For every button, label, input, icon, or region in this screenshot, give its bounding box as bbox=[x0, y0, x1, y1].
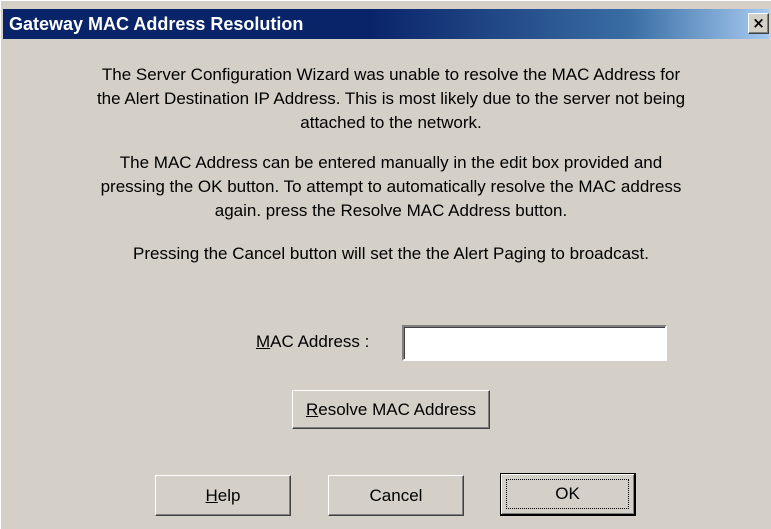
ok-button-label: OK bbox=[555, 484, 580, 503]
help-button-label: Help bbox=[206, 486, 241, 506]
close-button[interactable]: × bbox=[748, 13, 769, 34]
mac-address-label: MAC Address : bbox=[256, 331, 369, 353]
close-icon: × bbox=[752, 14, 765, 32]
message-paragraph-cancel-info: Pressing the Cancel button will set the … bbox=[133, 244, 649, 263]
help-button-text: elp bbox=[217, 485, 241, 505]
ok-button[interactable]: OK bbox=[500, 473, 636, 516]
resolve-mac-address-button[interactable]: Resolve MAC Address bbox=[292, 390, 490, 429]
mac-address-input[interactable] bbox=[402, 325, 667, 361]
mac-address-label-mnemonic: M bbox=[256, 332, 271, 351]
help-button-mnemonic: H bbox=[205, 485, 218, 505]
dialog-window: Gateway MAC Address Resolution × The Ser… bbox=[0, 0, 771, 529]
mac-address-label-text: AC Address : bbox=[270, 332, 370, 351]
resolve-button-mnemonic: R bbox=[305, 399, 319, 419]
help-button[interactable]: Help bbox=[155, 475, 291, 516]
resolve-button-label: Resolve MAC Address bbox=[306, 400, 476, 420]
message-paragraph-manual-entry: The MAC Address can be entered manually … bbox=[100, 153, 682, 220]
window-title: Gateway MAC Address Resolution bbox=[9, 14, 304, 34]
title-bar[interactable]: Gateway MAC Address Resolution × bbox=[3, 9, 769, 39]
cancel-button-label: Cancel bbox=[369, 485, 423, 505]
cancel-button[interactable]: Cancel bbox=[328, 475, 464, 516]
message-paragraph-resolve-failed: The Server Configuration Wizard was unab… bbox=[96, 65, 686, 132]
resolve-button-text: esolve MAC Address bbox=[318, 399, 477, 419]
